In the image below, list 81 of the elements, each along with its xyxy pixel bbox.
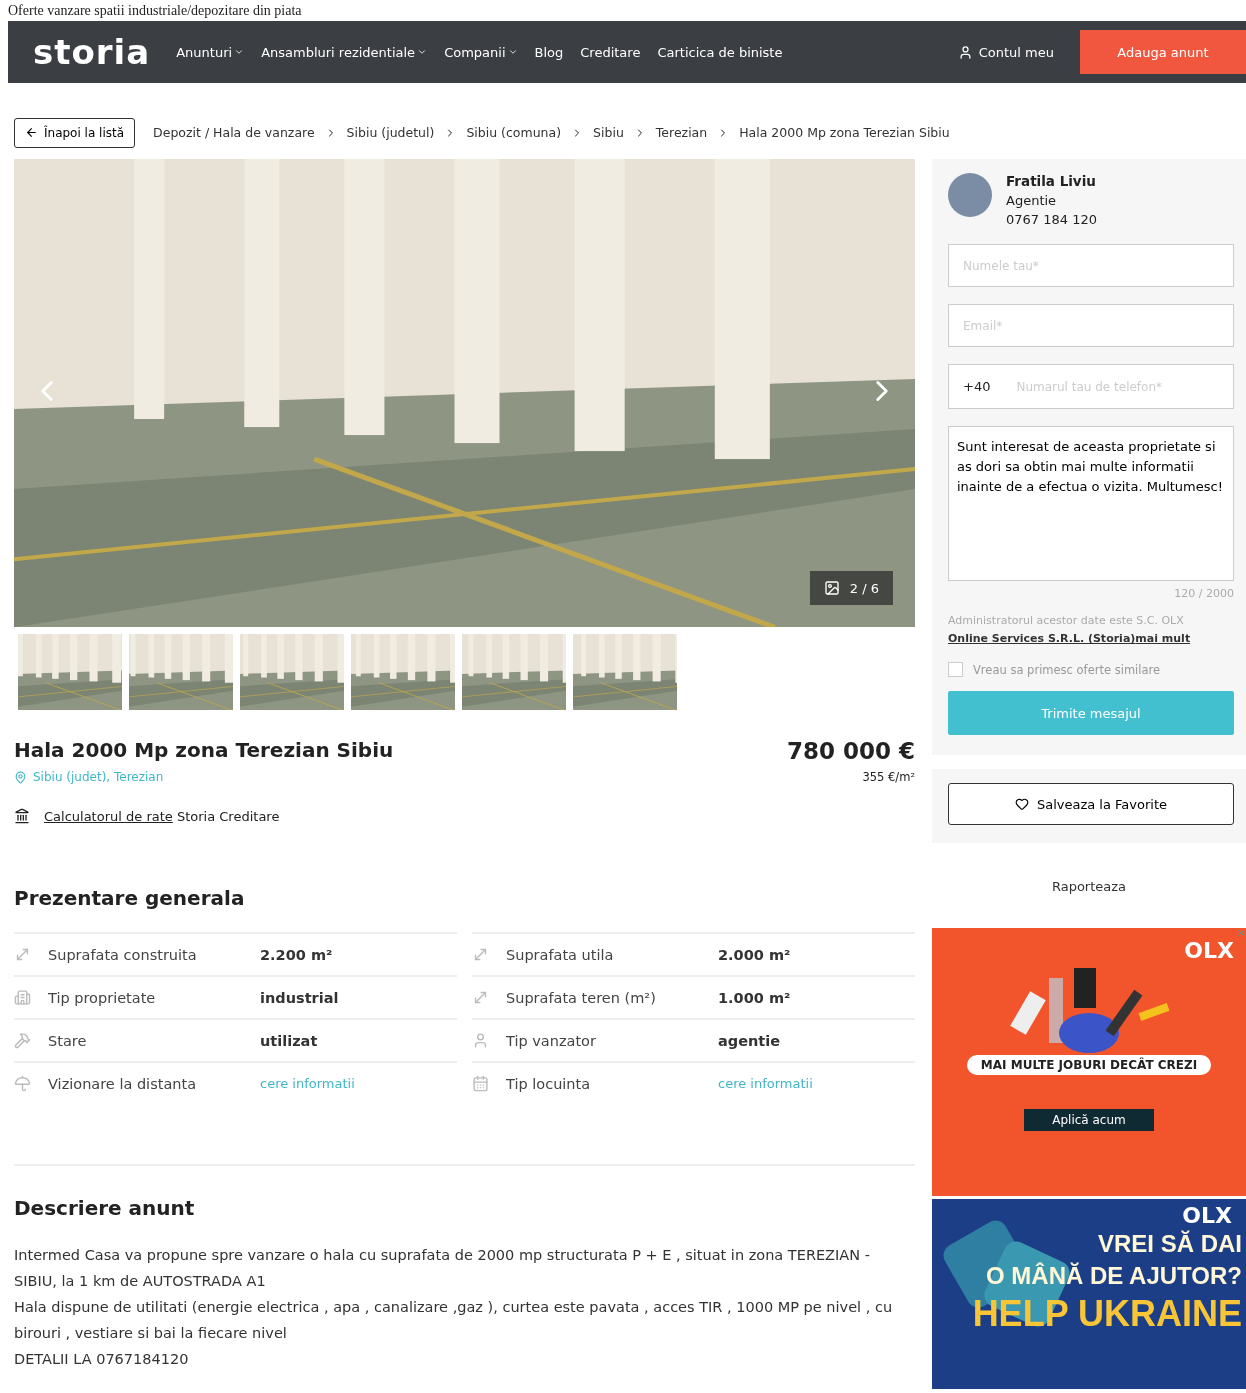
privacy-note: Administratorul acestor date este S.C. OLX Online Services S.R.L. (Storia)mai mult bbox=[948, 613, 1192, 647]
feature-label: Suprafata teren (m²) bbox=[506, 989, 657, 1006]
map-pin-icon bbox=[14, 770, 27, 784]
breadcrumb-link[interactable]: Sibiu bbox=[593, 125, 624, 140]
feature-label: Tip vanzator bbox=[506, 1032, 597, 1049]
breadcrumb-link[interactable]: Sibiu (comuna) bbox=[466, 125, 562, 140]
listing-title: Hala 2000 Mp zona Terezian Sibiu bbox=[14, 738, 394, 762]
ad-text: VREI SĂ DAI bbox=[1097, 1229, 1242, 1259]
message-field[interactable]: Sunt interesat de aceasta proprietate si as dori sa obtin mai multe informatii inainte de a efectua o vizita. Multumesc! bbox=[948, 426, 1234, 581]
nav-link[interactable]: Ansambluri rezidentiale bbox=[261, 44, 428, 60]
feature-value: 1.000 m² bbox=[718, 989, 791, 1006]
heart-icon bbox=[1014, 797, 1029, 811]
help-ukraine-ad-banner[interactable]: OLX VREI SĂ DAI O MÂNĂ DE AJUTOR? HELP UKRAINE bbox=[932, 1199, 1246, 1389]
feature-label: Suprafata utila bbox=[506, 946, 615, 963]
feature-label: Tip locuinta bbox=[506, 1075, 592, 1092]
feature-value: agentie bbox=[718, 1032, 781, 1049]
more-link[interactable]: mai mult bbox=[1135, 632, 1191, 645]
image-icon bbox=[823, 580, 840, 596]
logo[interactable]: storia bbox=[33, 32, 151, 72]
resize-arrow-icon bbox=[472, 946, 489, 963]
report-link[interactable]: Raporteaza bbox=[932, 879, 1246, 894]
checkbox[interactable] bbox=[948, 662, 963, 677]
price: 780 000 € bbox=[786, 738, 915, 764]
feature-value: 2.000 m² bbox=[718, 946, 791, 963]
ad-headline: MAI MULTE JOBURI DECÂT CREZI bbox=[966, 1055, 1212, 1075]
feature-label: Stare bbox=[48, 1032, 88, 1049]
arrow-left-icon bbox=[25, 126, 38, 139]
ad-brand: OLX bbox=[1184, 938, 1234, 963]
nav-link[interactable]: Blog bbox=[534, 44, 564, 60]
calendar-icon bbox=[472, 1075, 489, 1092]
company-link[interactable]: Online Services S.R.L. (Storia) bbox=[948, 632, 1136, 645]
caret-icon bbox=[234, 47, 245, 57]
breadcrumb-link[interactable]: Terezian bbox=[655, 125, 708, 140]
breadcrumb-link[interactable]: Hala 2000 Mp zona Terezian Sibiu bbox=[739, 125, 950, 140]
agent-role: Agentie bbox=[1006, 193, 1058, 208]
ad-brand: OLX bbox=[1182, 1203, 1232, 1228]
description-paragraph: Hala dispune de utilitati (energie electrica , apa , canalizare ,gaz ), curtea este pavata , acces TIR , 1000 MP pe nivel , cu birouri , vestiare si bai la fiecare nivel bbox=[14, 1298, 894, 1343]
apply-button[interactable]: Aplică acum bbox=[1024, 1109, 1154, 1131]
bank-icon bbox=[14, 808, 30, 824]
description-paragraph: Intermed Casa va propune spre vanzare o hala cu suprafata de 2000 mp structurata P + E , situat in zona TEREZIAN - SIBIU, la 1 km de AUTOSTRADA A1 bbox=[14, 1246, 871, 1291]
nav-link[interactable]: Creditare bbox=[580, 44, 641, 60]
breadcrumb-link[interactable]: Sibiu (judetul) bbox=[346, 125, 435, 140]
job-ad-banner[interactable]: OLX MAI MULTE JOBURI DECÂT CREZI Aplică acum bbox=[932, 928, 1246, 1196]
caret-icon bbox=[507, 47, 518, 57]
resize-arrow-icon bbox=[14, 946, 31, 963]
credit-text: Storia Creditare bbox=[176, 808, 280, 824]
ad-text: O MÂNĂ DE AJUTOR? bbox=[986, 1261, 1242, 1291]
photo-counter: 2 / 6 bbox=[809, 571, 893, 605]
back-button[interactable]: Înapoi la listă bbox=[14, 117, 136, 148]
umbrella-icon bbox=[14, 1075, 31, 1092]
agent-avatar bbox=[948, 173, 992, 217]
save-favorite-button[interactable]: Salveaza la Favorite bbox=[948, 783, 1234, 825]
nav-link[interactable]: Carticica de biniste bbox=[657, 44, 783, 60]
checkbox-label: Vreau sa primesc oferte similare bbox=[973, 662, 1161, 677]
hammer-icon bbox=[14, 1032, 31, 1049]
feature-label: Suprafata construita bbox=[48, 946, 198, 963]
feature-value: industrial bbox=[260, 989, 339, 1006]
building-icon bbox=[14, 989, 31, 1006]
feature-value: 2.200 m² bbox=[260, 946, 333, 963]
feature-value: utilizat bbox=[260, 1032, 318, 1049]
section-title: Descriere anunt bbox=[14, 1196, 196, 1220]
nav-link[interactable]: Anunturi bbox=[176, 44, 245, 60]
agent-phone: 0767 184 120 bbox=[1006, 212, 1097, 227]
breadcrumb-link[interactable]: Depozit / Hala de vanzare bbox=[153, 125, 315, 140]
resize-arrow-icon bbox=[472, 989, 489, 1006]
price-per-square-meter: 355 €/m² bbox=[861, 770, 915, 784]
feature-label: Tip proprietate bbox=[48, 989, 157, 1006]
description-paragraph: DETALII LA 0767184120 bbox=[14, 1350, 190, 1369]
agent-name: Fratila Liviu bbox=[1006, 173, 1097, 189]
close-icon[interactable] bbox=[1236, 928, 1246, 938]
person-icon bbox=[472, 1032, 489, 1049]
page-heading: Oferte vanzare spatii industriale/depozitare din piata bbox=[8, 2, 302, 19]
account-link[interactable]: Contul meu bbox=[957, 44, 1054, 60]
credit-calculator-link[interactable]: Calculatorul de rate bbox=[44, 808, 173, 824]
caret-icon bbox=[417, 47, 428, 57]
character-counter: 120 / 2000 bbox=[1173, 587, 1234, 600]
ad-highlight-text: HELP UKRAINE bbox=[972, 1292, 1242, 1336]
user-icon bbox=[957, 44, 973, 60]
feature-label: Vizionare la distanta bbox=[48, 1075, 198, 1092]
nav-link[interactable]: Companii bbox=[444, 44, 518, 60]
section-title: Prezentare generala bbox=[14, 886, 246, 910]
